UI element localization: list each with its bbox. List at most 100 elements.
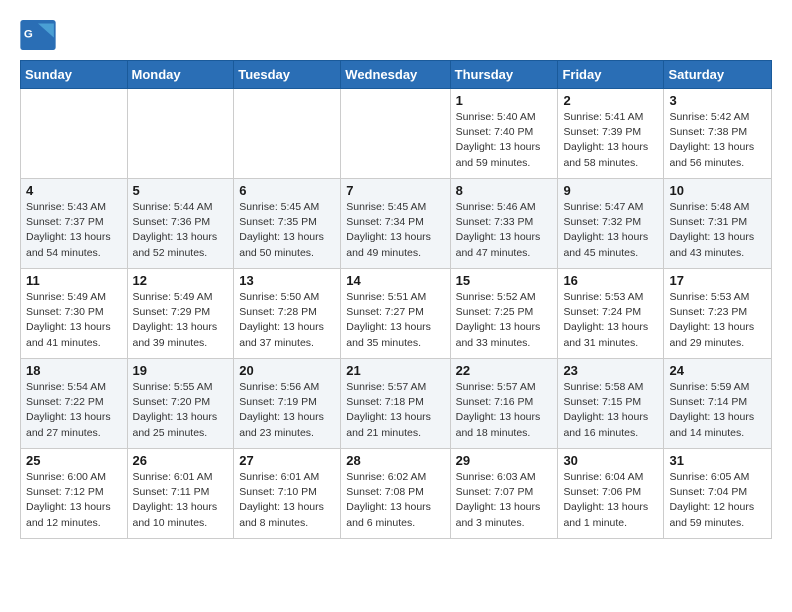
- day-info: Sunrise: 5:50 AMSunset: 7:28 PMDaylight:…: [239, 290, 335, 351]
- calendar-cell: [234, 89, 341, 179]
- day-info: Sunrise: 5:42 AMSunset: 7:38 PMDaylight:…: [669, 110, 766, 171]
- day-number: 16: [563, 273, 658, 288]
- day-info: Sunrise: 5:45 AMSunset: 7:34 PMDaylight:…: [346, 200, 444, 261]
- calendar-cell: 28 Sunrise: 6:02 AMSunset: 7:08 PMDayligh…: [341, 449, 450, 539]
- day-info: Sunrise: 5:41 AMSunset: 7:39 PMDaylight:…: [563, 110, 658, 171]
- day-number: 20: [239, 363, 335, 378]
- calendar-cell: 10 Sunrise: 5:48 AMSunset: 7:31 PMDayligh…: [664, 179, 772, 269]
- day-info: Sunrise: 6:00 AMSunset: 7:12 PMDaylight:…: [26, 470, 122, 531]
- calendar-week-row: 4Sunrise: 5:43 AMSunset: 7:37 PMDaylight…: [21, 179, 772, 269]
- calendar-week-row: 1Sunrise: 5:40 AMSunset: 7:40 PMDaylight…: [21, 89, 772, 179]
- calendar-cell: [341, 89, 450, 179]
- day-info: Sunrise: 5:56 AMSunset: 7:19 PMDaylight:…: [239, 380, 335, 441]
- day-number: 9: [563, 183, 658, 198]
- svg-text:G: G: [24, 29, 33, 41]
- calendar-cell: 27 Sunrise: 6:01 AMSunset: 7:10 PMDayligh…: [234, 449, 341, 539]
- calendar-cell: 12 Sunrise: 5:49 AMSunset: 7:29 PMDayligh…: [127, 269, 234, 359]
- day-info: Sunrise: 5:54 AMSunset: 7:22 PMDaylight:…: [26, 380, 122, 441]
- day-number: 21: [346, 363, 444, 378]
- weekday-header-wednesday: Wednesday: [341, 61, 450, 89]
- calendar-cell: 11Sunrise: 5:49 AMSunset: 7:30 PMDayligh…: [21, 269, 128, 359]
- weekday-header-thursday: Thursday: [450, 61, 558, 89]
- day-number: 8: [456, 183, 553, 198]
- calendar-cell: 23 Sunrise: 5:58 AMSunset: 7:15 PMDayligh…: [558, 359, 664, 449]
- day-number: 26: [133, 453, 229, 468]
- day-number: 29: [456, 453, 553, 468]
- day-info: Sunrise: 5:58 AMSunset: 7:15 PMDaylight:…: [563, 380, 658, 441]
- day-info: Sunrise: 5:55 AMSunset: 7:20 PMDaylight:…: [133, 380, 229, 441]
- day-number: 3: [669, 93, 766, 108]
- calendar-cell: 30 Sunrise: 6:04 AMSunset: 7:06 PMDayligh…: [558, 449, 664, 539]
- day-number: 12: [133, 273, 229, 288]
- day-number: 31: [669, 453, 766, 468]
- calendar-cell: 16 Sunrise: 5:53 AMSunset: 7:24 PMDayligh…: [558, 269, 664, 359]
- day-number: 14: [346, 273, 444, 288]
- calendar-cell: 1Sunrise: 5:40 AMSunset: 7:40 PMDaylight…: [450, 89, 558, 179]
- weekday-header-monday: Monday: [127, 61, 234, 89]
- day-number: 30: [563, 453, 658, 468]
- day-info: Sunrise: 5:45 AMSunset: 7:35 PMDaylight:…: [239, 200, 335, 261]
- day-number: 25: [26, 453, 122, 468]
- day-info: Sunrise: 6:01 AMSunset: 7:11 PMDaylight:…: [133, 470, 229, 531]
- day-number: 23: [563, 363, 658, 378]
- day-number: 18: [26, 363, 122, 378]
- calendar-cell: 7 Sunrise: 5:45 AMSunset: 7:34 PMDaylight…: [341, 179, 450, 269]
- day-info: Sunrise: 5:43 AMSunset: 7:37 PMDaylight:…: [26, 200, 122, 261]
- day-info: Sunrise: 5:59 AMSunset: 7:14 PMDaylight:…: [669, 380, 766, 441]
- logo: G: [20, 20, 60, 50]
- day-number: 7: [346, 183, 444, 198]
- day-info: Sunrise: 5:48 AMSunset: 7:31 PMDaylight:…: [669, 200, 766, 261]
- weekday-header-saturday: Saturday: [664, 61, 772, 89]
- day-info: Sunrise: 6:04 AMSunset: 7:06 PMDaylight:…: [563, 470, 658, 531]
- day-info: Sunrise: 5:52 AMSunset: 7:25 PMDaylight:…: [456, 290, 553, 351]
- calendar-cell: 25 Sunrise: 6:00 AMSunset: 7:12 PMDayligh…: [21, 449, 128, 539]
- day-info: Sunrise: 6:01 AMSunset: 7:10 PMDaylight:…: [239, 470, 335, 531]
- calendar-cell: 15Sunrise: 5:52 AMSunset: 7:25 PMDayligh…: [450, 269, 558, 359]
- day-info: Sunrise: 5:46 AMSunset: 7:33 PMDaylight:…: [456, 200, 553, 261]
- calendar-cell: 18 Sunrise: 5:54 AMSunset: 7:22 PMDayligh…: [21, 359, 128, 449]
- calendar-cell: [21, 89, 128, 179]
- day-number: 27: [239, 453, 335, 468]
- calendar-cell: 24Sunrise: 5:59 AMSunset: 7:14 PMDayligh…: [664, 359, 772, 449]
- day-info: Sunrise: 5:57 AMSunset: 7:18 PMDaylight:…: [346, 380, 444, 441]
- page-header: G: [20, 20, 772, 50]
- calendar-cell: 9 Sunrise: 5:47 AMSunset: 7:32 PMDaylight…: [558, 179, 664, 269]
- calendar-cell: 4Sunrise: 5:43 AMSunset: 7:37 PMDaylight…: [21, 179, 128, 269]
- calendar-week-row: 11Sunrise: 5:49 AMSunset: 7:30 PMDayligh…: [21, 269, 772, 359]
- calendar-cell: 13Sunrise: 5:50 AMSunset: 7:28 PMDayligh…: [234, 269, 341, 359]
- day-number: 6: [239, 183, 335, 198]
- calendar-cell: 2 Sunrise: 5:41 AMSunset: 7:39 PMDaylight…: [558, 89, 664, 179]
- day-number: 10: [669, 183, 766, 198]
- calendar-cell: 8 Sunrise: 5:46 AMSunset: 7:33 PMDaylight…: [450, 179, 558, 269]
- calendar-cell: 17Sunrise: 5:53 AMSunset: 7:23 PMDayligh…: [664, 269, 772, 359]
- calendar-cell: 21 Sunrise: 5:57 AMSunset: 7:18 PMDayligh…: [341, 359, 450, 449]
- calendar-cell: 26 Sunrise: 6:01 AMSunset: 7:11 PMDayligh…: [127, 449, 234, 539]
- day-info: Sunrise: 5:53 AMSunset: 7:23 PMDaylight:…: [669, 290, 766, 351]
- weekday-header-sunday: Sunday: [21, 61, 128, 89]
- day-number: 28: [346, 453, 444, 468]
- calendar-cell: 14 Sunrise: 5:51 AMSunset: 7:27 PMDayligh…: [341, 269, 450, 359]
- calendar-week-row: 18 Sunrise: 5:54 AMSunset: 7:22 PMDayligh…: [21, 359, 772, 449]
- day-info: Sunrise: 5:57 AMSunset: 7:16 PMDaylight:…: [456, 380, 553, 441]
- day-number: 19: [133, 363, 229, 378]
- calendar-cell: [127, 89, 234, 179]
- calendar-cell: 31 Sunrise: 6:05 AMSunset: 7:04 PMDayligh…: [664, 449, 772, 539]
- calendar-cell: 29Sunrise: 6:03 AMSunset: 7:07 PMDayligh…: [450, 449, 558, 539]
- calendar-week-row: 25 Sunrise: 6:00 AMSunset: 7:12 PMDayligh…: [21, 449, 772, 539]
- day-info: Sunrise: 6:05 AMSunset: 7:04 PMDaylight:…: [669, 470, 766, 531]
- calendar-table: SundayMondayTuesdayWednesdayThursdayFrid…: [20, 60, 772, 539]
- day-info: Sunrise: 5:53 AMSunset: 7:24 PMDaylight:…: [563, 290, 658, 351]
- day-number: 22: [456, 363, 553, 378]
- logo-icon: G: [20, 20, 56, 50]
- day-info: Sunrise: 5:44 AMSunset: 7:36 PMDaylight:…: [133, 200, 229, 261]
- day-info: Sunrise: 5:40 AMSunset: 7:40 PMDaylight:…: [456, 110, 553, 171]
- day-number: 5: [133, 183, 229, 198]
- day-info: Sunrise: 5:51 AMSunset: 7:27 PMDaylight:…: [346, 290, 444, 351]
- calendar-cell: 22 Sunrise: 5:57 AMSunset: 7:16 PMDayligh…: [450, 359, 558, 449]
- day-number: 2: [563, 93, 658, 108]
- day-info: Sunrise: 5:47 AMSunset: 7:32 PMDaylight:…: [563, 200, 658, 261]
- calendar-cell: 3 Sunrise: 5:42 AMSunset: 7:38 PMDaylight…: [664, 89, 772, 179]
- day-info: Sunrise: 5:49 AMSunset: 7:29 PMDaylight:…: [133, 290, 229, 351]
- day-info: Sunrise: 6:02 AMSunset: 7:08 PMDaylight:…: [346, 470, 444, 531]
- weekday-header-tuesday: Tuesday: [234, 61, 341, 89]
